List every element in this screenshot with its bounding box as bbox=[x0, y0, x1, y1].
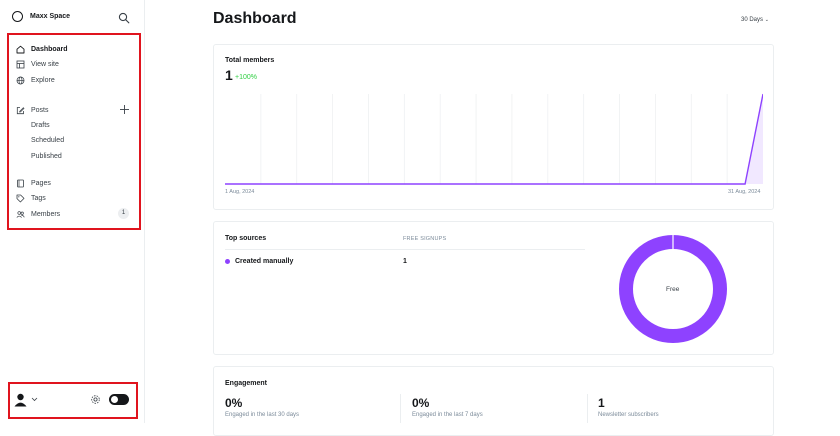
source-name: Created manually bbox=[235, 258, 294, 265]
date-range-select[interactable]: 30 Days ⌄ bbox=[741, 17, 769, 23]
page-title: Dashboard bbox=[213, 10, 297, 27]
chart-series-line bbox=[225, 93, 763, 185]
engagement-card bbox=[213, 366, 774, 436]
nav-label: View site bbox=[31, 60, 59, 68]
nav-item-posts[interactable]: Posts bbox=[16, 105, 132, 115]
free-signups-header: FREE SIGNUPS bbox=[403, 236, 447, 242]
users-icon bbox=[16, 210, 25, 218]
search-icon[interactable] bbox=[118, 12, 130, 24]
nav-item-members[interactable]: Members bbox=[16, 209, 132, 219]
nav-label: Members bbox=[31, 210, 61, 218]
nav-label: Pages bbox=[31, 179, 51, 187]
sources-header-divider bbox=[225, 249, 585, 250]
engagement-divider bbox=[587, 394, 588, 423]
source-color-dot bbox=[225, 259, 230, 264]
total-members-title: Total members bbox=[225, 57, 275, 64]
nav-item-tags[interactable]: Tags bbox=[16, 193, 132, 203]
source-row: Created manually bbox=[225, 258, 293, 265]
nav-sub-scheduled[interactable]: Scheduled bbox=[31, 137, 64, 144]
total-members-value: 1 bbox=[225, 67, 233, 83]
chevron-down-icon[interactable] bbox=[31, 397, 38, 402]
source-value: 1 bbox=[403, 258, 407, 265]
user-avatar-icon[interactable] bbox=[14, 393, 27, 407]
nav-item-view-site[interactable]: View site bbox=[16, 59, 132, 69]
page-icon bbox=[17, 179, 24, 187]
site-logo-icon bbox=[12, 11, 23, 22]
site-name: Maxx Space bbox=[30, 13, 71, 20]
engaged-7d-caption: Engaged in the last 7 days bbox=[412, 412, 483, 418]
nav-sub-drafts[interactable]: Drafts bbox=[31, 122, 50, 129]
newsletter-subscribers-caption: Newsletter subscribers bbox=[598, 412, 659, 418]
engagement-title: Engagement bbox=[225, 380, 268, 387]
members-chart bbox=[225, 93, 763, 185]
nav-item-explore[interactable]: Explore bbox=[16, 75, 132, 85]
nav-sub-published[interactable]: Published bbox=[31, 153, 62, 160]
chevron-down-icon: ⌄ bbox=[764, 17, 769, 23]
dark-mode-toggle[interactable] bbox=[109, 394, 129, 405]
engagement-divider bbox=[400, 394, 401, 423]
tag-icon bbox=[16, 194, 25, 202]
gear-icon[interactable] bbox=[90, 394, 101, 405]
engaged-30d-value: 0% bbox=[225, 396, 243, 410]
home-icon bbox=[16, 45, 25, 53]
layout-icon bbox=[16, 60, 25, 68]
members-count-badge: 1 bbox=[118, 208, 129, 219]
nav-label: Tags bbox=[31, 194, 46, 202]
x-axis-start-label: 1 Aug, 2024 bbox=[225, 189, 255, 195]
engaged-30d-caption: Engaged in the last 30 days bbox=[225, 412, 300, 418]
members-change: +100% bbox=[235, 74, 257, 81]
x-axis-end-label: 31 Aug, 2024 bbox=[728, 189, 761, 195]
brand[interactable]: Maxx Space bbox=[12, 11, 70, 22]
nav-item-pages[interactable]: Pages bbox=[16, 178, 132, 188]
donut-center-label: Free bbox=[666, 286, 680, 293]
newsletter-subscribers-value: 1 bbox=[598, 396, 605, 410]
globe-icon bbox=[16, 76, 25, 84]
nav-label: Posts bbox=[31, 106, 49, 114]
nav-item-dashboard[interactable]: Dashboard bbox=[16, 44, 132, 54]
engaged-7d-value: 0% bbox=[412, 396, 430, 410]
top-sources-title: Top sources bbox=[225, 235, 267, 242]
date-range-label: 30 Days bbox=[741, 17, 764, 23]
pencil-square-icon bbox=[16, 106, 25, 114]
toggle-knob bbox=[111, 396, 118, 403]
add-post-icon[interactable] bbox=[119, 104, 130, 115]
nav-label: Dashboard bbox=[31, 45, 68, 53]
nav-label: Explore bbox=[31, 76, 55, 84]
